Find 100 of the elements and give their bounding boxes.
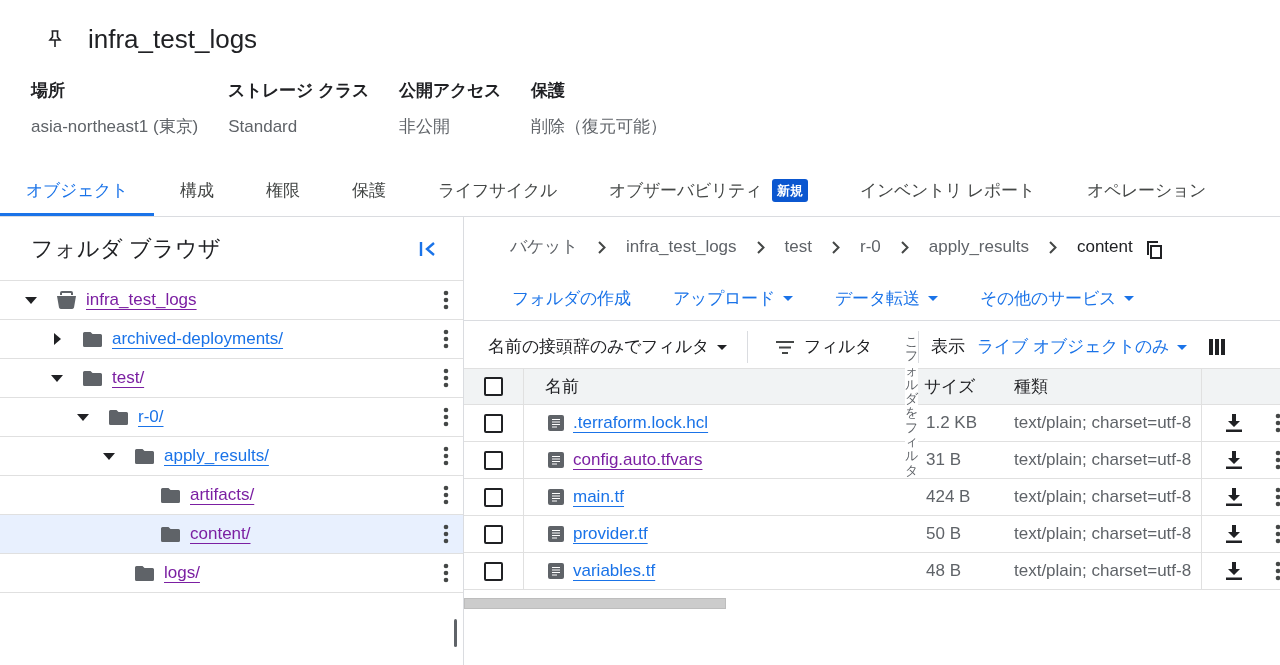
download-icon[interactable] [1226, 451, 1242, 469]
size-cell-text: 48 B [925, 560, 962, 583]
more-icon[interactable] [443, 329, 449, 349]
action-button[interactable]: データ転送 [835, 285, 938, 312]
column-header[interactable]: サイズ [924, 373, 1004, 400]
horizontal-scrollbar[interactable] [464, 598, 726, 609]
more-icon[interactable] [443, 485, 449, 505]
dropdown-caret-icon [1176, 344, 1187, 350]
bucket-title: infra_test_logs [88, 22, 258, 56]
more-icon[interactable] [443, 524, 449, 544]
folder-icon [109, 409, 128, 425]
breadcrumb[interactable]: test [784, 234, 812, 260]
filter-icon [776, 340, 794, 354]
file-link[interactable]: main.tf [573, 484, 625, 510]
chevron-right-icon [1048, 240, 1057, 254]
copy-icon[interactable] [1146, 241, 1163, 259]
download-icon[interactable] [1226, 562, 1242, 580]
tree-row[interactable]: content/ [0, 515, 463, 554]
type-cell-text: text/plain; charset=utf-8 [1013, 560, 1193, 583]
document-icon [548, 489, 564, 505]
breadcrumb[interactable]: apply_results [928, 234, 1029, 260]
folder-link[interactable]: content/ [190, 521, 251, 547]
more-icon[interactable] [443, 368, 449, 388]
folder-link[interactable]: archived-deployments/ [112, 326, 284, 352]
size-cell-text: 1.2 KB [925, 412, 979, 435]
more-icon[interactable] [1275, 487, 1280, 507]
action-button[interactable]: アップロード [673, 285, 793, 312]
folder-browser-title: フォルダ ブラウザ [31, 235, 222, 263]
tab[interactable]: オブザーバビリティ 新規 [583, 168, 834, 216]
breadcrumb[interactable]: バケット [510, 234, 578, 260]
breadcrumb: content [1076, 236, 1133, 259]
chevron-right-icon [756, 240, 765, 254]
folder-link[interactable]: infra_test_logs [86, 287, 197, 313]
chevron-right-icon [900, 240, 909, 254]
download-icon[interactable] [1226, 414, 1242, 432]
folder-link[interactable]: r-0/ [138, 404, 164, 430]
tab[interactable]: ライフサイクル [412, 168, 583, 216]
more-icon[interactable] [1275, 450, 1280, 470]
meta-label: ストレージ クラス [228, 80, 369, 102]
tab[interactable]: オブジェクト [0, 168, 154, 216]
more-icon[interactable] [1275, 413, 1280, 433]
size-cell-text: 424 B [925, 486, 972, 509]
file-link[interactable]: provider.tf [573, 521, 648, 547]
more-icon[interactable] [443, 407, 449, 427]
more-icon[interactable] [443, 290, 449, 310]
view-label: 表示 [931, 336, 965, 359]
document-icon [548, 415, 564, 431]
new-badge: 新規 [772, 178, 808, 203]
breadcrumb[interactable]: infra_test_logs [626, 234, 737, 260]
folder-icon [135, 565, 154, 581]
scrollbar[interactable] [454, 619, 457, 647]
more-icon[interactable] [443, 563, 449, 583]
more-icon[interactable] [443, 446, 449, 466]
breadcrumb[interactable]: r-0 [860, 234, 881, 260]
vertical-overflow-text: こフォルダをフィルタ [905, 335, 918, 478]
select-all-checkbox[interactable] [484, 377, 503, 396]
row-checkbox[interactable] [484, 450, 503, 470]
filter-button[interactable]: フィルタ [804, 334, 872, 360]
action-button[interactable]: フォルダの作成 [512, 285, 631, 312]
download-icon[interactable] [1226, 488, 1242, 506]
row-checkbox[interactable] [484, 487, 503, 507]
tab[interactable]: 構成 [154, 168, 240, 216]
tab[interactable]: インベントリ レポート [834, 168, 1061, 216]
more-icon[interactable] [1275, 561, 1280, 581]
file-link[interactable]: config.auto.tfvars [573, 447, 703, 473]
columns-icon[interactable] [1208, 339, 1225, 355]
folder-icon [83, 370, 102, 386]
folder-icon [83, 331, 102, 347]
file-link[interactable]: variables.tf [573, 558, 656, 584]
meta-value: Standard [228, 115, 299, 138]
folder-icon [135, 448, 154, 464]
pin-icon[interactable] [48, 30, 62, 48]
column-header[interactable]: 名前 [524, 373, 900, 400]
dropdown-caret-icon [783, 296, 793, 301]
document-icon [548, 526, 564, 542]
tab[interactable]: 権限 [240, 168, 326, 216]
folder-link[interactable]: artifacts/ [190, 482, 255, 508]
meta-value: 削除（復元可能） [530, 115, 667, 138]
row-checkbox[interactable] [484, 413, 503, 433]
meta-value: asia-northeast1 (東京) [31, 115, 199, 138]
row-checkbox[interactable] [484, 561, 503, 581]
tab[interactable]: 保護 [326, 168, 412, 216]
download-icon[interactable] [1226, 525, 1242, 543]
folder-link[interactable]: test/ [112, 365, 145, 391]
folder-link[interactable]: logs/ [164, 560, 200, 586]
column-header[interactable]: 種類 [1004, 373, 1201, 400]
chevron-right-icon [832, 240, 840, 254]
document-icon [548, 563, 564, 579]
folder-icon [161, 487, 180, 503]
action-button[interactable]: その他のサービス [980, 285, 1134, 312]
view-dropdown[interactable]: ライブ オブジェクトのみ [977, 334, 1187, 360]
folder-link[interactable]: apply_results/ [164, 443, 269, 469]
dropdown-caret-icon [928, 296, 938, 301]
file-link[interactable]: .terraform.lock.hcl [573, 410, 709, 436]
meta-label: 公開アクセス [398, 80, 501, 102]
row-checkbox[interactable] [484, 524, 503, 544]
tab[interactable]: オペレーション [1060, 168, 1232, 216]
type-cell-text: text/plain; charset=utf-8 [1013, 486, 1193, 509]
more-icon[interactable] [1275, 524, 1280, 544]
prefix-filter-dropdown[interactable]: 名前の接頭辞のみでフィルタ [488, 331, 748, 363]
